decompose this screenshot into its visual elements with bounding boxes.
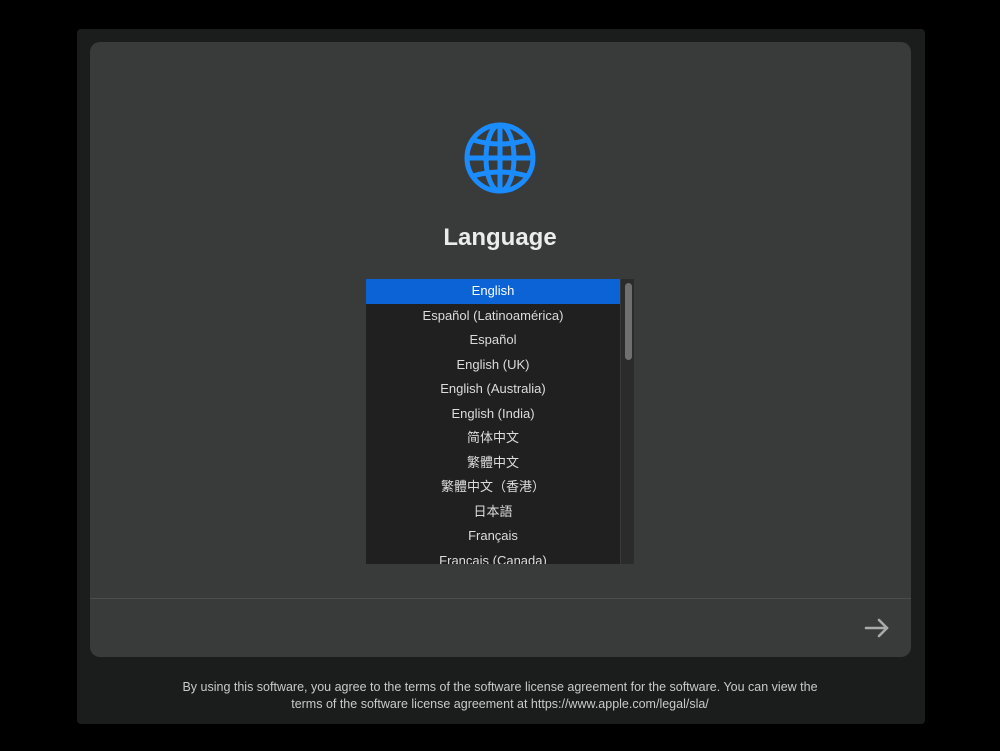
license-notice: By using this software, you agree to the… [100,679,900,713]
scrollbar[interactable] [620,279,634,564]
scrollbar-thumb[interactable] [625,283,632,360]
language-option[interactable]: Français [366,524,620,549]
page-title: Language [443,224,557,251]
language-option[interactable]: 繁體中文（香港） [366,475,620,500]
language-option[interactable]: English (Australia) [366,377,620,402]
license-line-2: terms of the software license agreement … [291,697,709,711]
language-option[interactable]: 繁體中文 [366,451,620,476]
language-option[interactable]: English [366,279,620,304]
license-line-1: By using this software, you agree to the… [182,680,818,694]
language-option[interactable]: Español (Latinoamérica) [366,304,620,329]
language-option[interactable]: 简体中文 [366,426,620,451]
language-option[interactable]: English (India) [366,402,620,427]
language-option[interactable]: Français (Canada) [366,549,620,565]
next-button[interactable] [862,614,892,642]
language-option[interactable]: Español [366,328,620,353]
globe-icon [464,122,536,194]
language-option[interactable]: English (UK) [366,353,620,378]
divider [90,598,911,599]
language-option[interactable]: 日本語 [366,500,620,525]
language-list[interactable]: English Español (Latinoamérica) Español Eng… [366,279,634,564]
